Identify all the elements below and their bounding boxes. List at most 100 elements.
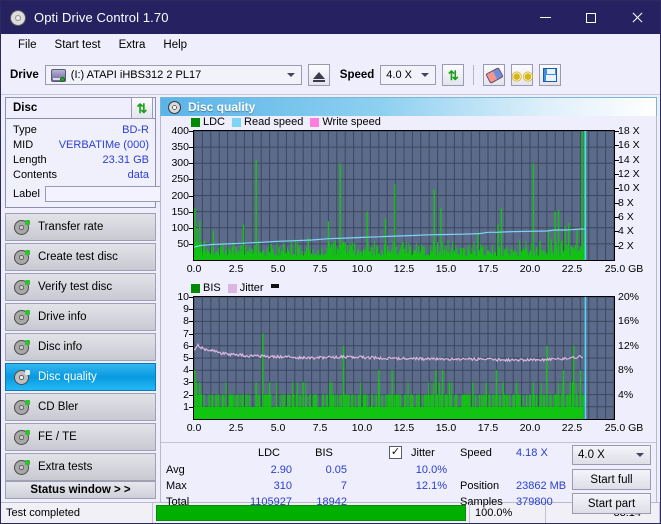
axis-tick-label: 300 bbox=[171, 157, 189, 169]
maximize-button[interactable] bbox=[568, 1, 614, 34]
disc-icon bbox=[10, 10, 26, 26]
stats-position-label: Position bbox=[460, 480, 499, 492]
axis-tick-label: 16 X bbox=[618, 139, 640, 151]
legend-label: LDC bbox=[203, 116, 225, 128]
axis-tick-label: 20.0 bbox=[520, 263, 540, 275]
test-speed-select[interactable]: 4.0 X bbox=[572, 445, 651, 465]
axis-tick-label: 5.0 bbox=[271, 422, 286, 434]
axis-tick-label: 18 X bbox=[618, 125, 640, 137]
stats-col-ldc: LDC bbox=[246, 447, 292, 459]
sidebar-item-fe-te[interactable]: FE / TE bbox=[5, 423, 156, 451]
sidebar-item-label: Disc info bbox=[38, 341, 82, 353]
disc-quality-icon bbox=[168, 101, 181, 114]
axis-tick-label: 15.0 bbox=[436, 263, 456, 275]
jitter-checkbox[interactable]: ✓ bbox=[389, 446, 402, 459]
disc-info-list: Type BD-R MID VERBATIMe (000) Length 23.… bbox=[6, 119, 155, 207]
legend-swatch bbox=[191, 118, 200, 127]
test-speed-value: 4.0 X bbox=[573, 449, 605, 461]
axis-tick-label: 22.5 bbox=[562, 422, 582, 434]
stats-col-jitter: Jitter bbox=[411, 447, 435, 459]
chart-bis-legend: BIS Jitter bbox=[191, 282, 279, 294]
start-part-button[interactable]: Start part bbox=[572, 493, 651, 514]
refresh-icon: ⇅ bbox=[137, 102, 148, 115]
drive-select[interactable]: (I:) ATAPI iHBS312 2 PL17 bbox=[45, 65, 302, 85]
disc-row-value: 23.31 GB bbox=[103, 154, 149, 166]
sidebar-item-cd-bler[interactable]: CD Bler bbox=[5, 393, 156, 421]
axis-tick-label: 2.5 bbox=[229, 263, 244, 275]
axis-tick-label: 14 X bbox=[618, 154, 640, 166]
axis-tick-label: 400 bbox=[171, 125, 189, 137]
legend-swatch bbox=[228, 284, 237, 293]
speed-select[interactable]: 4.0 X bbox=[380, 65, 436, 85]
status-message: Test completed bbox=[1, 503, 153, 523]
sidebar-item-create-test-disc[interactable]: Create test disc bbox=[5, 243, 156, 271]
sidebar-item-extra-tests[interactable]: Extra tests bbox=[5, 453, 156, 481]
optical-drive-icon bbox=[51, 69, 66, 82]
disc-icon bbox=[14, 460, 29, 475]
axis-tick-label: 10 bbox=[177, 291, 189, 303]
panel-title: Disc quality bbox=[188, 100, 255, 114]
charts-container: LDC Read speed Write speed 50 100 150 200 25… bbox=[160, 116, 657, 514]
disc-panel-header: Disc ⇅ bbox=[6, 98, 155, 119]
legend-label: Jitter bbox=[240, 282, 264, 294]
legend-swatch bbox=[191, 284, 200, 293]
minimize-button[interactable] bbox=[522, 1, 568, 34]
refresh-icon: ⇅ bbox=[448, 69, 459, 82]
axis-tick bbox=[189, 147, 193, 148]
sidebar-item-disc-info[interactable]: Disc info bbox=[5, 333, 156, 361]
stats-jitter-avg: 10.0% bbox=[379, 464, 447, 476]
menu-bar: File Start test Extra Help bbox=[1, 34, 660, 56]
save-button[interactable] bbox=[539, 64, 561, 86]
chart-bis: BIS Jitter 1 2 3 4 5 6 7 8 9 10 4% 8% 12% 16% 20% 0.0… bbox=[161, 282, 656, 442]
sidebar-item-label: Transfer rate bbox=[38, 221, 103, 233]
axis-tick bbox=[189, 334, 193, 335]
marker-icon bbox=[271, 284, 279, 288]
legend-swatch bbox=[232, 118, 241, 127]
content-area: Disc quality LDC Read speed Write speed … bbox=[158, 95, 660, 502]
stats-bis-avg: 0.05 bbox=[294, 464, 347, 476]
legend-swatch bbox=[310, 118, 319, 127]
stats-row-key-avg: Avg bbox=[166, 464, 185, 476]
erase-button[interactable] bbox=[483, 64, 505, 86]
axis-tick-label: 12.5 bbox=[394, 422, 414, 434]
bookmark-button[interactable]: ◉◉ bbox=[511, 64, 533, 86]
axis-tick bbox=[189, 163, 193, 164]
axis-tick-label: 7.5 bbox=[313, 422, 328, 434]
eject-icon bbox=[313, 72, 325, 79]
legend-label: BIS bbox=[203, 282, 221, 294]
refresh-button[interactable]: ⇅ bbox=[442, 64, 464, 86]
close-button[interactable] bbox=[614, 1, 660, 34]
axis-tick bbox=[189, 179, 193, 180]
menu-item-file[interactable]: File bbox=[9, 36, 46, 54]
stats-ldc-max: 310 bbox=[223, 480, 292, 492]
sidebar-item-transfer-rate[interactable]: Transfer rate bbox=[5, 213, 156, 241]
sidebar-item-verify-test-disc[interactable]: Verify test disc bbox=[5, 273, 156, 301]
sidebar-item-label: Drive info bbox=[38, 311, 87, 323]
disc-refresh-button[interactable]: ⇅ bbox=[131, 97, 153, 119]
status-window-button[interactable]: Status window > > bbox=[5, 481, 156, 499]
legend-item-bis: BIS bbox=[191, 282, 221, 294]
menu-item-extra[interactable]: Extra bbox=[110, 36, 155, 54]
legend-label: Write speed bbox=[322, 116, 381, 128]
axis-tick bbox=[615, 145, 619, 146]
axis-tick-label: 0.0 bbox=[187, 263, 202, 275]
axis-tick bbox=[615, 217, 619, 218]
sidebar-item-disc-quality[interactable]: Disc quality bbox=[5, 363, 156, 391]
axis-tick-label: 20% bbox=[618, 291, 639, 303]
eject-button[interactable] bbox=[308, 64, 330, 86]
disc-row-type: Type BD-R bbox=[13, 122, 149, 137]
title-bar: Opti Drive Control 1.70 bbox=[1, 1, 660, 34]
axis-tick bbox=[189, 407, 193, 408]
drive-toolbar: Drive (I:) ATAPI iHBS312 2 PL17 Speed 4.… bbox=[1, 56, 660, 95]
axis-tick-label: 12% bbox=[618, 340, 639, 352]
start-full-button[interactable]: Start full bbox=[572, 469, 651, 490]
minimize-icon bbox=[540, 17, 551, 18]
sidebar-item-drive-info[interactable]: Drive info bbox=[5, 303, 156, 331]
axis-tick-label: 8% bbox=[618, 364, 633, 376]
stats-ldc-avg: 2.90 bbox=[223, 464, 292, 476]
axis-tick bbox=[189, 358, 193, 359]
stats-speed-label: Speed bbox=[460, 447, 492, 459]
menu-item-start-test[interactable]: Start test bbox=[46, 36, 110, 54]
menu-item-help[interactable]: Help bbox=[154, 36, 196, 54]
disc-icon bbox=[14, 370, 29, 385]
